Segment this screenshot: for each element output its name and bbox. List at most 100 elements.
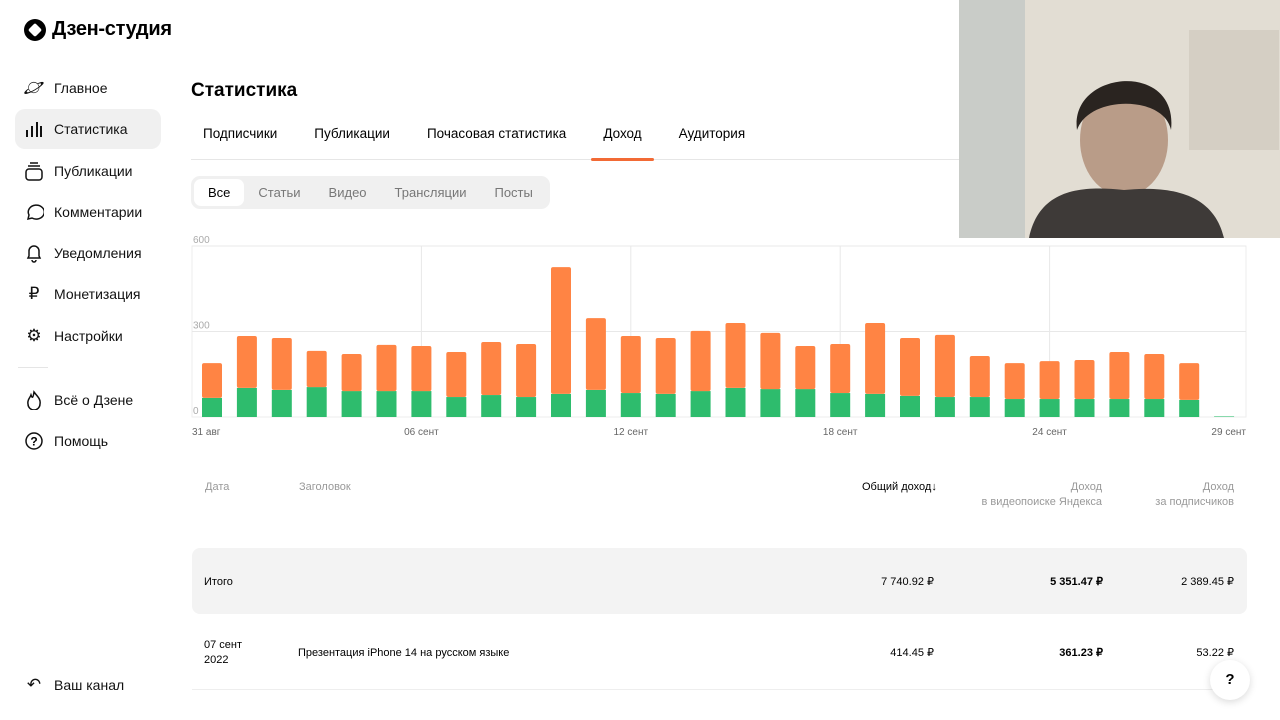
bar-green	[306, 387, 327, 417]
sidebar-divider	[18, 367, 48, 368]
row-date-day: 07 сент	[204, 639, 243, 651]
y-tick-label: 0	[193, 406, 199, 417]
bar-orange	[202, 363, 222, 398]
sidebar-item-monetization[interactable]: ₽ Монетизация	[15, 274, 161, 314]
bar-green	[1109, 399, 1130, 417]
webcam-person-image	[959, 0, 1280, 238]
bar-orange	[236, 336, 257, 388]
sidebar-item-notifications[interactable]: Уведомления	[15, 233, 161, 273]
bar-green	[865, 393, 886, 417]
income-chart: 0 300 600 31 авг 06 сент 12 сент 18 сент 24 сен…	[191, 235, 1247, 438]
sidebar-item-label: Уведомления	[54, 245, 142, 261]
bar-orange	[376, 344, 397, 392]
bar-orange	[760, 332, 781, 390]
x-tick-label: 06 сент	[404, 427, 439, 438]
bar-green	[1214, 416, 1235, 417]
col-date[interactable]: Дата	[205, 480, 229, 495]
tab-publications[interactable]: Публикации	[302, 120, 402, 160]
sidebar-item-comments[interactable]: Комментарии	[15, 192, 161, 232]
summary-subs: 2 389.45 ₽	[1181, 576, 1234, 588]
sidebar-item-about-zen[interactable]: Всё о Дзене	[15, 380, 161, 420]
bar-orange	[900, 338, 920, 396]
col-total-label: Общий доход	[862, 481, 932, 493]
bar-orange	[481, 342, 502, 396]
x-tick-label: 12 сент	[614, 427, 649, 438]
col-label: в видеопоиске Яндекса	[981, 496, 1102, 508]
tab-audience[interactable]: Аудитория	[667, 120, 757, 160]
bar-green	[900, 395, 920, 417]
filter-all[interactable]: Все	[194, 179, 245, 206]
bar-green	[830, 393, 851, 417]
app-title: Дзен-студия	[52, 18, 172, 40]
bar-green	[795, 389, 816, 417]
row-title[interactable]: Презентация iPhone 14 на русском языке	[298, 646, 509, 661]
sidebar-item-statistics[interactable]: Статистика	[15, 109, 161, 149]
bar-green	[1179, 399, 1200, 417]
bar-green	[481, 395, 502, 417]
y-tick-label: 600	[193, 235, 210, 246]
sidebar-item-your-channel[interactable]: ↶ Ваш канал	[15, 665, 161, 705]
col-title[interactable]: Заголовок	[299, 480, 351, 495]
sidebar-item-label: Помощь	[54, 433, 109, 449]
bar-orange	[306, 350, 327, 388]
col-subscribers[interactable]: Доход за подписчиков	[1155, 480, 1234, 510]
filter-articles[interactable]: Статьи	[244, 179, 314, 206]
tab-subscribers[interactable]: Подписчики	[191, 120, 289, 160]
sidebar-item-label: Главное	[54, 80, 108, 96]
bar-orange	[690, 330, 711, 392]
sidebar-item-main[interactable]: 🪐︎ Главное	[15, 68, 161, 108]
y-tick-label: 300	[193, 321, 210, 332]
sidebar-item-label: Ваш канал	[54, 677, 125, 693]
sort-down-icon: ↓	[931, 481, 937, 493]
sidebar-item-settings[interactable]: ⚙ Настройки	[15, 316, 161, 356]
bar-orange	[830, 344, 851, 394]
planet-icon: 🪐︎	[23, 78, 45, 97]
bar-orange	[1144, 354, 1165, 400]
row-video-search: 361.23 ₽	[1059, 647, 1103, 659]
ruble-icon: ₽	[28, 284, 40, 303]
tab-income[interactable]: Доход	[591, 120, 655, 161]
gear-icon: ⚙	[26, 326, 42, 345]
bar-orange	[795, 346, 816, 390]
bar-green	[655, 393, 676, 417]
bar-orange	[969, 356, 990, 398]
bar-orange	[934, 334, 955, 398]
col-total[interactable]: Общий доход↓	[862, 480, 937, 495]
bar-orange	[551, 267, 571, 394]
sidebar-item-label: Всё о Дзене	[54, 392, 134, 408]
bar-green	[411, 391, 432, 417]
row-date-year: 2022	[204, 654, 229, 666]
filter-posts[interactable]: Посты	[480, 179, 546, 206]
x-tick-label: 31 авг	[192, 427, 221, 438]
x-tick-label: 24 сент	[1032, 427, 1067, 438]
bar-orange	[1039, 361, 1060, 400]
bar-orange	[865, 322, 886, 394]
bar-orange	[1074, 360, 1095, 400]
help-button[interactable]: ?	[1210, 660, 1250, 700]
bar-orange	[1004, 363, 1025, 400]
bar-orange	[446, 352, 467, 398]
bar-orange	[271, 338, 292, 390]
bar-orange	[1179, 363, 1200, 400]
bar-orange	[341, 354, 362, 392]
sidebar-item-label: Комментарии	[54, 204, 143, 220]
filter-streams[interactable]: Трансляции	[381, 179, 481, 206]
filter-video[interactable]: Видео	[315, 179, 381, 206]
svg-text:?: ?	[30, 435, 37, 449]
x-tick-label: 18 сент	[823, 427, 858, 438]
sidebar-item-label: Статистика	[54, 121, 128, 137]
sidebar-item-publications[interactable]: Публикации	[15, 151, 161, 191]
bar-orange	[516, 344, 537, 398]
bar-green	[446, 397, 467, 417]
back-arrow-icon: ↶	[26, 675, 42, 694]
app-logo[interactable]: Дзен-студия	[24, 18, 172, 41]
tab-hourly[interactable]: Почасовая статистика	[415, 120, 578, 160]
bell-icon	[24, 243, 44, 263]
col-video-search[interactable]: Доход в видеопоиске Яндекса	[982, 480, 1102, 510]
bar-orange	[1109, 352, 1130, 400]
bar-chart-icon	[24, 119, 44, 139]
bar-orange	[620, 336, 641, 394]
bar-green	[934, 397, 955, 417]
sidebar-item-help[interactable]: ? Помощь	[15, 421, 161, 461]
question-circle-icon: ?	[24, 431, 44, 451]
